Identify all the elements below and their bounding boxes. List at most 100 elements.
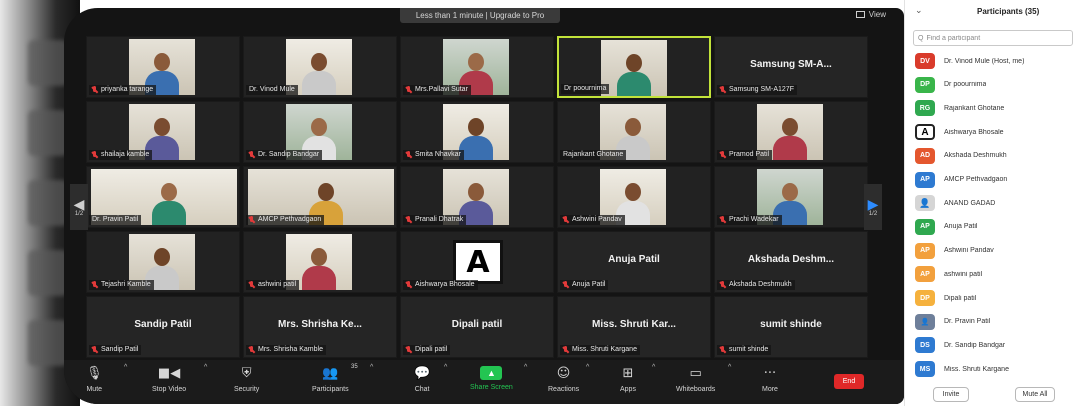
participant-row[interactable]: 👤 ANAND GADAD	[905, 192, 1079, 214]
participant-row[interactable]: DP Dipali patil	[905, 287, 1079, 309]
caret-up-icon[interactable]: ^	[728, 364, 731, 371]
participant-tile[interactable]: Pramod Patil	[714, 101, 868, 163]
muted-microphone-icon	[719, 86, 726, 94]
participant-head	[625, 183, 641, 201]
participant-avatar: DP	[915, 76, 935, 93]
share-screen-button[interactable]: ▲ Share Screen	[470, 366, 513, 391]
muted-microphone-icon	[248, 346, 255, 354]
invite-button[interactable]: Invite	[933, 387, 969, 402]
more-button[interactable]: ··· More	[762, 366, 778, 393]
muted-microphone-icon	[248, 216, 255, 224]
participants-button[interactable]: 👥 Participants	[312, 366, 349, 393]
participant-search[interactable]: Q	[913, 30, 1073, 46]
participant-name: Dr. Vinod Mule (Host, me)	[944, 57, 1025, 65]
view-button[interactable]: View	[855, 10, 886, 19]
participant-tile[interactable]: Samsung SM-A... Samsung SM-A127F	[714, 36, 868, 98]
participant-tile[interactable]: Sandip Patil Sandip Patil	[86, 296, 240, 358]
participant-name: Smita Nhavkar	[415, 151, 461, 158]
participant-row[interactable]: DV Dr. Vinod Mule (Host, me)	[905, 50, 1079, 72]
whiteboards-button[interactable]: ▭ Whiteboards	[676, 366, 715, 393]
participant-row[interactable]: DS Dr. Sandip Bandgar	[905, 334, 1079, 356]
end-meeting-button[interactable]: End	[834, 374, 864, 389]
participant-display-name: Akshada Deshm...	[747, 254, 835, 265]
next-page-button[interactable]: ▶ 1/2	[864, 184, 882, 230]
participant-tile[interactable]: priyanka tarange	[86, 36, 240, 98]
participant-name: sumit shinde	[729, 346, 769, 353]
participant-name-label: AMCP Pethvadgaon	[246, 215, 325, 225]
chevron-down-icon[interactable]: ⌄	[915, 5, 923, 16]
participant-tile[interactable]: Mrs. Shrisha Ke... Mrs. Shrisha Kamble	[243, 296, 397, 358]
participant-tile[interactable]: ashwini patil	[243, 231, 397, 293]
mute-button[interactable]: 🎙 Mute	[86, 366, 103, 393]
participant-name: Mrs.Pallavi Sutar	[415, 86, 468, 93]
participant-tile[interactable]: Anuja Patil Anuja Patil	[557, 231, 711, 293]
participant-avatar: 👤	[915, 195, 935, 212]
participant-name: AMCP Pethvadgaon	[258, 216, 322, 223]
participant-tile[interactable]: Tejashri Kamble	[86, 231, 240, 293]
reactions-button[interactable]: ☺ Reactions	[548, 366, 579, 393]
participant-avatar: MS	[915, 361, 935, 378]
participant-tile[interactable]: Ashwini Pandav	[557, 166, 711, 228]
participant-row[interactable]: AP Anuja Patil	[905, 216, 1079, 238]
caret-up-icon[interactable]: ^	[586, 364, 589, 371]
caret-up-icon[interactable]: ^	[204, 364, 207, 371]
participant-row[interactable]: AD Akshada Deshmukh	[905, 145, 1079, 167]
participant-name-label: priyanka tarange	[89, 85, 157, 95]
previous-page-button[interactable]: ◀ 1/2	[70, 184, 88, 230]
participant-row[interactable]: 👤 Dr. Pravin Patil	[905, 311, 1079, 333]
participant-tile[interactable]: sumit shinde sumit shinde	[714, 296, 868, 358]
participant-name-label: Miss. Shruti Kargane	[560, 345, 640, 355]
participant-tile[interactable]: Smita Nhavkar	[400, 101, 554, 163]
muted-microphone-icon	[248, 151, 255, 159]
participant-tile[interactable]: Mrs.Pallavi Sutar	[400, 36, 554, 98]
participant-tile[interactable]: Akshada Deshm... Akshada Deshmukh	[714, 231, 868, 293]
caret-up-icon[interactable]: ^	[370, 364, 373, 371]
participant-row[interactable]: RG Rajankant Ghotane	[905, 97, 1079, 119]
participant-name: Dr poournima	[944, 81, 987, 89]
participant-tile[interactable]: Dipali patil Dipali patil	[400, 296, 554, 358]
participant-tile[interactable]: Prachi Wadekar	[714, 166, 868, 228]
participant-name: AMCP Pethvadgaon	[944, 176, 1008, 183]
participant-row[interactable]: AP AMCP Pethvadgaon	[905, 169, 1079, 191]
participant-tile[interactable]: AMCP Pethvadgaon	[243, 166, 397, 228]
participant-tile[interactable]: Pranali Dhatrak	[400, 166, 554, 228]
muted-microphone-icon	[719, 216, 726, 224]
participant-name: Sandip Patil	[101, 346, 139, 353]
muted-microphone-icon	[405, 346, 412, 354]
caret-up-icon[interactable]: ^	[124, 364, 127, 371]
participant-tile[interactable]: Dr. Vinod Mule	[243, 36, 397, 98]
chat-label: Chat	[414, 386, 430, 393]
participant-name: Dr. Vinod Mule	[249, 86, 295, 93]
security-button[interactable]: ⛨ Security	[234, 366, 259, 393]
caret-up-icon[interactable]: ^	[524, 364, 527, 371]
participant-name-label: Aishwarya Bhosale	[403, 280, 478, 290]
participant-row[interactable]: AP Ashwini Pandav	[905, 240, 1079, 262]
participant-tile[interactable]: shailaja kamble	[86, 101, 240, 163]
participant-tile[interactable]: Dr. Sandip Bandgar	[243, 101, 397, 163]
participant-row[interactable]: A Aishwarya Bhosale	[905, 121, 1079, 143]
muted-microphone-icon	[91, 86, 98, 94]
participant-avatar: AP	[915, 171, 935, 188]
stop-video-button[interactable]: ■◀ Stop Video	[152, 366, 186, 393]
participant-row[interactable]: AP ashwini patil	[905, 263, 1079, 285]
search-input[interactable]	[926, 34, 1067, 42]
apps-button[interactable]: ⊞ Apps	[620, 366, 636, 393]
participant-name: Akshada Deshmukh	[944, 152, 1007, 160]
caret-up-icon[interactable]: ^	[444, 364, 447, 371]
participant-row[interactable]: MS Miss. Shruti Kargane	[905, 358, 1079, 380]
participant-name: Dr. Sandip Bandgar	[944, 341, 1006, 349]
participant-body	[302, 71, 336, 95]
participant-tile[interactable]: Dr. Pravin Patil	[86, 166, 240, 228]
participant-name: Rajankant Ghotane	[563, 151, 624, 158]
mute-all-button[interactable]: Mute All	[1015, 387, 1055, 402]
participant-tile[interactable]: Rajankant Ghotane	[557, 101, 711, 163]
participant-row[interactable]: DP Dr poournima	[905, 74, 1079, 96]
caret-up-icon[interactable]: ^	[652, 364, 655, 371]
chat-button[interactable]: 💬 Chat	[414, 366, 430, 393]
upgrade-banner[interactable]: Less than 1 minute | Upgrade to Pro	[400, 8, 560, 23]
participant-tile[interactable]: Miss. Shruti Kar... Miss. Shruti Kargane	[557, 296, 711, 358]
participant-name: priyanka tarange	[101, 86, 154, 93]
muted-microphone-icon	[91, 346, 98, 354]
participant-tile[interactable]: Dr poournima	[557, 36, 711, 98]
participant-tile[interactable]: A Aishwarya Bhosale	[400, 231, 554, 293]
